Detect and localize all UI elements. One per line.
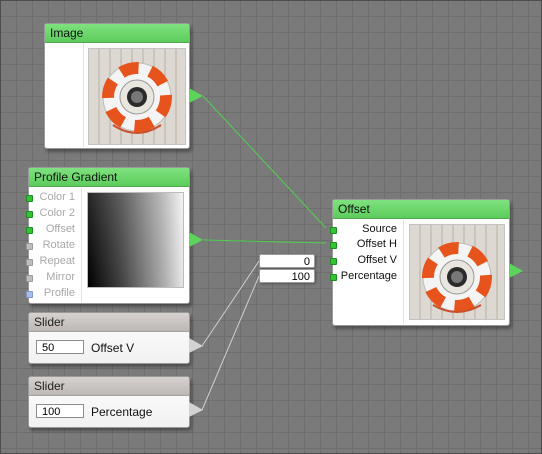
port-connector-icon[interactable] [26, 275, 33, 282]
port-label: Color 1 [39, 191, 75, 203]
slider-percentage-node[interactable]: Slider 100 Percentage [28, 376, 190, 428]
slider-value-input[interactable]: 100 [36, 404, 84, 418]
port-connector-icon[interactable] [26, 211, 33, 218]
port-color-2[interactable]: Color 2 [26, 206, 79, 220]
slider-offset-v-output-arrow-icon[interactable] [189, 338, 205, 354]
offset-node[interactable]: Offset Source Offset H Offset V Percenta… [330, 199, 510, 326]
percentage-value-box[interactable]: 100 [259, 269, 315, 283]
slider-label: Percentage [91, 405, 153, 419]
port-mirror[interactable]: Mirror [26, 270, 79, 284]
port-label: Repeat [39, 255, 75, 267]
port-label: Mirror [46, 271, 75, 283]
port-source[interactable]: Source [330, 222, 401, 236]
offset-v-value-box[interactable]: 0 [259, 254, 315, 268]
port-offset-v[interactable]: Offset V [330, 253, 401, 267]
port-label: Offset H [356, 238, 397, 250]
port-connector-icon[interactable] [26, 243, 33, 250]
port-offset[interactable]: Offset [26, 222, 79, 236]
port-connector-icon[interactable] [330, 274, 337, 281]
offset-output-arrow-icon[interactable] [509, 263, 525, 279]
port-profile[interactable]: Profile [26, 286, 79, 300]
port-color-1[interactable]: Color 1 [26, 190, 79, 204]
wire-gradient-to-offset-h [202, 239, 327, 244]
wire-slider-percentage [201, 275, 260, 411]
port-connector-icon[interactable] [26, 291, 33, 298]
port-label: Source [362, 223, 397, 235]
port-connector-icon[interactable] [330, 227, 337, 234]
port-connector-icon[interactable] [26, 259, 33, 266]
profile-gradient-node[interactable]: Profile Gradient Color 1 Color 2 Offset … [26, 167, 190, 304]
port-rotate[interactable]: Rotate [26, 238, 79, 252]
slider-value-input[interactable]: 50 [36, 340, 84, 354]
port-offset-h[interactable]: Offset H [330, 237, 401, 251]
image-node[interactable]: Image [44, 23, 190, 149]
profile-gradient-title[interactable]: Profile Gradient [29, 168, 189, 187]
slider-title[interactable]: Slider [29, 377, 189, 396]
lifebuoy-icon [102, 62, 172, 134]
offset-result-thumbnail [409, 224, 505, 320]
wire-image-to-source [202, 95, 327, 229]
image-node-title[interactable]: Image [45, 24, 189, 43]
port-label: Offset V [357, 254, 397, 266]
port-connector-icon[interactable] [26, 195, 33, 202]
port-connector-icon[interactable] [330, 242, 337, 249]
slider-title[interactable]: Slider [29, 313, 189, 332]
wire-slider-offset-v [201, 260, 260, 347]
port-label: Rotate [42, 239, 75, 251]
lifebuoy-icon [422, 242, 492, 313]
port-label: Percentage [340, 270, 397, 282]
port-connector-icon[interactable] [26, 227, 33, 234]
slider-percentage-output-arrow-icon[interactable] [189, 402, 205, 418]
port-label: Offset [45, 223, 75, 235]
offset-node-title[interactable]: Offset [333, 200, 509, 219]
port-repeat[interactable]: Repeat [26, 254, 79, 268]
port-label: Color 2 [39, 207, 75, 219]
port-label: Profile [43, 287, 75, 299]
gradient-preview [87, 192, 184, 288]
port-percentage[interactable]: Percentage [330, 269, 401, 283]
slider-offset-v-node[interactable]: Slider 50 Offset V [28, 312, 190, 364]
port-connector-icon[interactable] [330, 258, 337, 265]
image-output-arrow-icon[interactable] [189, 88, 205, 104]
image-thumbnail [88, 48, 186, 145]
slider-label: Offset V [91, 341, 135, 355]
gradient-output-arrow-icon[interactable] [189, 232, 205, 248]
